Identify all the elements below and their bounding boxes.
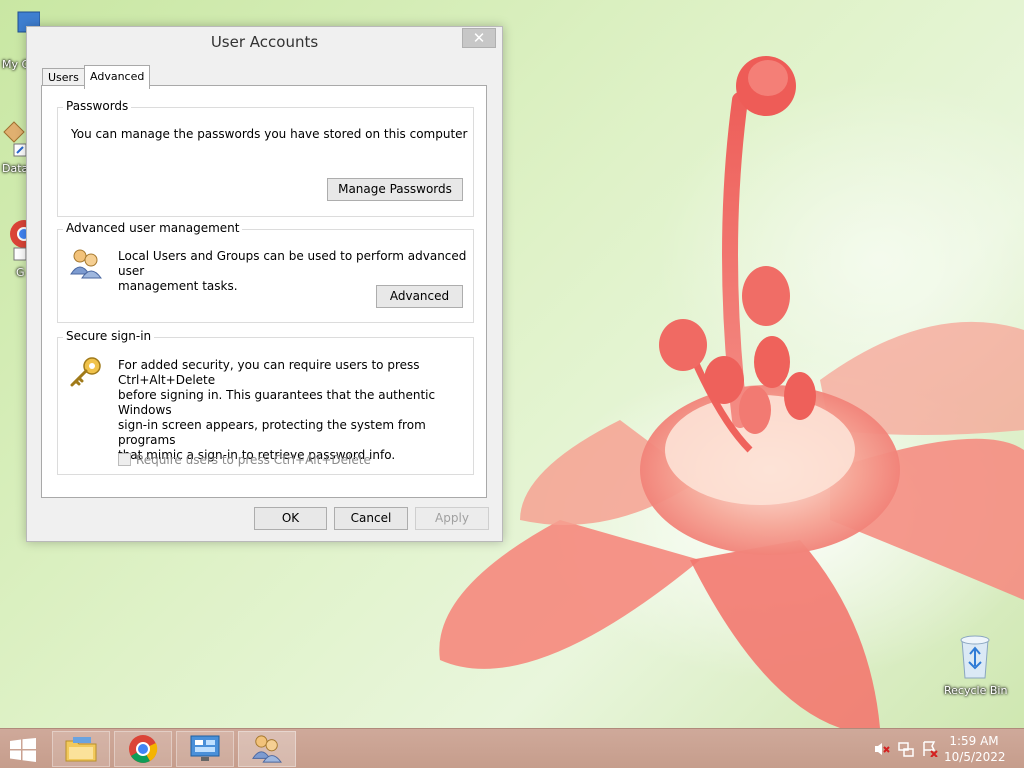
network-icon[interactable] [898, 741, 914, 757]
taskbar-user-accounts[interactable] [238, 731, 296, 767]
close-icon: ✕ [472, 29, 486, 47]
tab-advanced[interactable]: Advanced [84, 65, 151, 89]
desktop-icon-label: Recycle Bin [944, 684, 1008, 697]
passwords-group: Passwords You can manage the passwords y… [57, 99, 474, 217]
title-bar[interactable]: User Accounts ✕ [27, 27, 502, 57]
user-accounts-dialog: User Accounts ✕ Users Advanced Passwords… [26, 26, 503, 542]
recycle-bin-icon [960, 635, 990, 679]
ctrl-alt-delete-checkbox-row[interactable]: Require users to press Ctrl+Alt+Delete [118, 453, 371, 467]
advanced-button[interactable]: Advanced [376, 285, 463, 308]
advanced-user-management-group: Advanced user management Local Users and… [57, 221, 474, 323]
volume-muted-icon[interactable] [874, 741, 890, 757]
desktop-icon-label: G [16, 266, 25, 279]
description-line: For added security, you can require user… [118, 358, 420, 387]
ok-button[interactable]: OK [254, 507, 327, 530]
description-line: Local Users and Groups can be used to pe… [118, 249, 467, 278]
description-line: before signing in. This guarantees that … [118, 388, 436, 417]
ctrl-alt-delete-checkbox[interactable] [118, 453, 131, 466]
advanced-tab-panel: Passwords You can manage the passwords y… [41, 85, 487, 498]
action-center-icon[interactable] [922, 741, 938, 757]
close-button[interactable]: ✕ [462, 28, 496, 48]
key-icon [70, 357, 101, 387]
secure-signin-label: Secure sign-in [63, 329, 155, 343]
passwords-group-label: Passwords [63, 99, 132, 113]
clock-time: 1:59 AM [949, 734, 999, 748]
desktop-icon-label: Data [2, 162, 29, 175]
manage-passwords-button[interactable]: Manage Passwords [327, 178, 463, 201]
description-line: sign-in screen appears, protecting the s… [118, 418, 426, 447]
secure-signin-description: For added security, you can require user… [118, 358, 473, 463]
secure-signin-group: Secure sign-in For added security, you c… [57, 329, 474, 475]
start-button[interactable] [8, 738, 38, 762]
control-panel-icon [190, 735, 220, 761]
taskbar-chrome[interactable] [114, 731, 172, 767]
clock-date: 10/5/2022 [944, 750, 1006, 764]
window-title: User Accounts [210, 33, 319, 51]
file-explorer-icon [65, 737, 97, 762]
users-icon [70, 249, 102, 279]
system-clock[interactable]: 1:59 AM 10/5/2022 [944, 733, 1006, 765]
advanced-user-management-label: Advanced user management [63, 221, 243, 235]
user-accounts-icon [252, 735, 282, 763]
chrome-icon [129, 735, 158, 763]
ctrl-alt-delete-checkbox-label: Require users to press Ctrl+Alt+Delete [136, 453, 371, 467]
desktop-icon-recycle-bin[interactable]: Recycle Bin [942, 630, 1008, 697]
cancel-button[interactable]: Cancel [334, 507, 408, 530]
taskbar: 1:59 AM 10/5/2022 [0, 728, 1024, 768]
taskbar-file-explorer[interactable] [52, 731, 110, 767]
passwords-description: You can manage the passwords you have st… [71, 127, 468, 141]
tab-label: Advanced [90, 70, 145, 83]
tab-label: Users [48, 71, 79, 84]
apply-button[interactable]: Apply [415, 507, 489, 530]
taskbar-control-panel[interactable] [176, 731, 234, 767]
